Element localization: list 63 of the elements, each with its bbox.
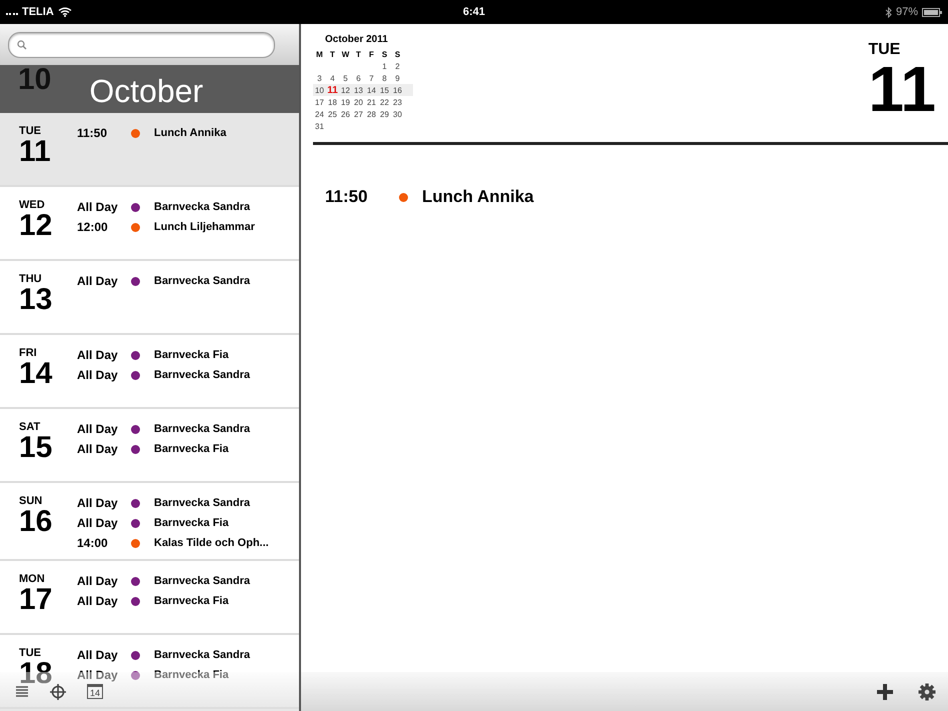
event-title: Barnvecka Sandra [154, 497, 250, 509]
event-time: All Day [77, 442, 119, 456]
clock-time: 6:41 [462, 6, 486, 18]
day-number: 18 [19, 659, 54, 689]
weekday-label: T [329, 50, 336, 58]
event-title: Barnvecka Fia [154, 669, 229, 681]
carrier-name: TELIA [22, 6, 54, 18]
weekday-label: S [394, 50, 402, 58]
event-title: Lunch Annika [154, 127, 226, 139]
weekday-label: MON [19, 573, 46, 585]
event-title: Barnvecka Fia [154, 517, 229, 529]
weekday-label: F [368, 50, 375, 58]
weekday-label: S [380, 50, 388, 58]
event-title: Barnvecka Fia [154, 595, 229, 607]
event-title: Barnvecka Sandra [154, 649, 250, 661]
weekday-label: TUE [868, 41, 900, 59]
mini-calendar-title: October 2011 [325, 34, 389, 45]
day-number: 17 [19, 585, 54, 615]
weekday-label: TUE [19, 647, 42, 659]
event-title: Barnvecka Sandra [154, 369, 250, 381]
battery-percent: 97% [896, 6, 918, 18]
event-title: Lunch Annika [422, 187, 534, 207]
event-title: Kalas Tilde och Oph... [154, 537, 269, 549]
event-time: All Day [77, 496, 119, 510]
weekday-label: TUE [19, 125, 42, 137]
event-time: All Day [77, 274, 119, 288]
day-number: 14 [19, 359, 54, 389]
event-time: 11:50 [77, 126, 108, 140]
event-time: All Day [77, 668, 119, 682]
event-time: All Day [77, 200, 119, 214]
event-time: All Day [77, 594, 119, 608]
day-number: 15 [19, 433, 54, 463]
day-number: 11 [19, 137, 52, 167]
weekday-label: T [355, 50, 362, 58]
weekday-label: FRI [19, 347, 38, 359]
event-time: All Day [77, 648, 119, 662]
day-number: 16 [19, 507, 54, 537]
event-time: 12:00 [77, 220, 109, 234]
event-time: All Day [77, 422, 119, 436]
day-number: 11 [868, 59, 936, 119]
event-title: Barnvecka Sandra [154, 575, 250, 587]
weekday-label: WED [19, 199, 46, 211]
event-title: Barnvecka Fia [154, 349, 229, 361]
event-time: 14:00 [77, 536, 109, 550]
weekday-label: W [340, 50, 350, 58]
event-title: Barnvecka Sandra [154, 275, 250, 287]
weekday-label: SAT [19, 421, 42, 433]
event-title: Barnvecka Sandra [154, 201, 250, 213]
event-time: All Day [77, 516, 119, 530]
day-number: 13 [19, 285, 54, 315]
day-number: 12 [19, 211, 54, 241]
event-time: 11:50 [325, 187, 369, 207]
event-title: Barnvecka Fia [154, 443, 229, 455]
event-title: Barnvecka Sandra [154, 423, 250, 435]
weekday-label: M [315, 50, 324, 58]
weekday-label: THU [19, 273, 43, 285]
weekday-label: SUN [19, 495, 44, 507]
event-time: All Day [77, 348, 119, 362]
event-time: All Day [77, 368, 119, 382]
event-title: Lunch Liljehammar [154, 221, 255, 233]
month-title: October [89, 74, 204, 108]
day-number: 10 [18, 65, 52, 95]
event-time: All Day [77, 574, 119, 588]
